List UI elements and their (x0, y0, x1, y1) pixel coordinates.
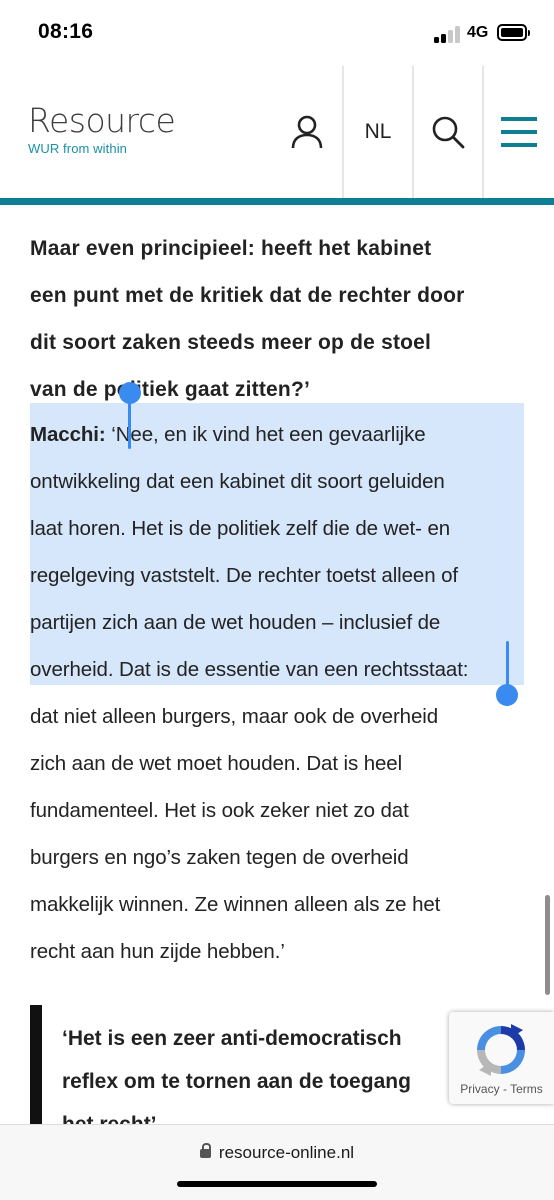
selection-end-caret (506, 641, 509, 689)
recaptcha-icon (477, 1024, 525, 1076)
cellular-signal-icon (434, 25, 462, 43)
answer-line: partijen zich aan de wet houden – inclus… (30, 611, 441, 634)
answer-line: zich aan de wet moet houden. Dat is heel (30, 752, 403, 775)
answer-line: dat niet alleen burgers, maar ook de ove… (30, 705, 439, 728)
account-button[interactable] (272, 66, 342, 198)
selection-start-caret (128, 397, 131, 449)
question-line: dit soort zaken steeds meer op de stoel (30, 331, 432, 354)
home-indicator[interactable] (177, 1181, 377, 1187)
selection-end-handle[interactable] (496, 684, 518, 706)
pull-quote-bar (30, 1005, 42, 1125)
network-type: 4G (467, 24, 489, 41)
answer-line: fundamenteel. Het is ook zeker niet zo d… (30, 799, 409, 822)
answer-line: Macchi: ‘Nee, en ik vind het een gevaarl… (30, 411, 530, 458)
language-toggle-button[interactable]: NL (342, 66, 412, 198)
site-header: Resource WUR from within NL (0, 66, 554, 198)
recaptcha-separator: - (499, 1082, 511, 1096)
lock-icon (199, 1143, 211, 1158)
browser-address-bar[interactable]: resource-online.nl (0, 1124, 554, 1200)
search-icon (432, 116, 465, 149)
answer-line: makkelijk winnen. Ze winnen alleen als z… (30, 893, 441, 916)
recaptcha-links: Privacy - Terms (449, 1082, 554, 1096)
battery-icon (497, 24, 530, 41)
question-line: van de politiek gaat zitten?’ (30, 378, 311, 401)
interview-answer[interactable]: Macchi: ‘Nee, en ik vind het een gevaarl… (30, 411, 530, 975)
question-line: Maar even principieel: heeft het kabinet (30, 237, 432, 260)
search-button[interactable] (412, 66, 482, 198)
answer-line: regelgeving vaststelt. De rechter toetst… (30, 564, 459, 587)
answer-line: overheid. Dat is de essentie van een rec… (30, 658, 469, 681)
interview-question: Maar even principieel: heeft het kabinet… (30, 225, 530, 413)
site-logo[interactable]: Resource WUR from within (28, 101, 176, 156)
recaptcha-privacy-link[interactable]: Privacy (460, 1082, 499, 1096)
speaker-name: Macchi: (30, 423, 106, 446)
question-line: een punt met de kritiek dat de rechter d… (30, 284, 465, 307)
status-time: 08:16 (38, 20, 94, 43)
menu-button[interactable] (482, 66, 554, 198)
address-display[interactable]: resource-online.nl (0, 1143, 554, 1163)
recaptcha-terms-link[interactable]: Terms (510, 1082, 543, 1096)
url-text: resource-online.nl (218, 1143, 355, 1162)
answer-line: laat horen. Het is de politiek zelf die … (30, 517, 451, 540)
hamburger-menu-icon (501, 117, 537, 147)
pull-quote-line: het recht’ (62, 1113, 157, 1125)
answer-line: burgers en ngo’s zaken tegen de overheid (30, 846, 409, 869)
recaptcha-badge[interactable]: Privacy - Terms (449, 1012, 554, 1104)
status-bar: 08:16 4G (0, 0, 554, 66)
user-icon (291, 115, 323, 149)
answer-line: ontwikkeling dat een kabinet dit soort g… (30, 470, 445, 493)
header-accent-rule (0, 198, 554, 205)
answer-first-line: ‘Nee, en ik vind het een gevaarlijke (111, 423, 426, 446)
logo-wordmark: Resource (28, 101, 176, 140)
scrollbar[interactable] (545, 895, 550, 995)
answer-line: recht aan hun zijde hebben.’ (30, 940, 285, 963)
article-body: Maar even principieel: heeft het kabinet… (0, 205, 554, 1125)
logo-tagline: WUR from within (28, 141, 128, 156)
